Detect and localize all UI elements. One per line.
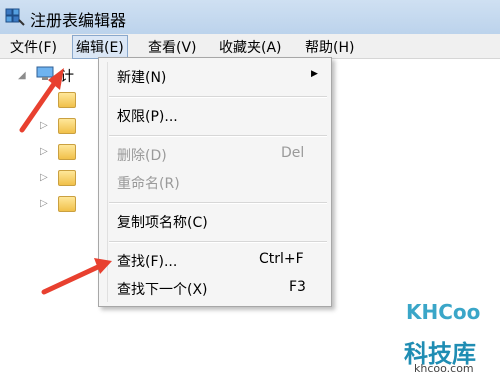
folder-icon[interactable]: [58, 144, 76, 160]
folder-icon[interactable]: [58, 196, 76, 212]
menu-separator: [109, 135, 327, 137]
folder-icon[interactable]: [58, 118, 76, 134]
edit-dropdown-menu: 新建(N) ▶ 权限(P)... 删除(D) Del 重命名(R) 复制项名称(…: [98, 57, 332, 307]
registry-editor-icon: [5, 8, 25, 26]
watermark-url: khcoo.com: [414, 362, 474, 375]
menu-bar: 文件(F) 编辑(E) 查看(V) 收藏夹(A) 帮助(H): [0, 34, 500, 59]
menu-item-permissions[interactable]: 权限(P)...: [117, 106, 178, 126]
menu-item-find-next[interactable]: 查找下一个(X): [117, 279, 208, 299]
tree-expand-icon[interactable]: ▷: [40, 146, 48, 157]
menu-favorites[interactable]: 收藏夹(A): [219, 37, 282, 57]
menu-separator: [109, 202, 327, 204]
tree-root-computer[interactable]: 计: [60, 66, 74, 86]
menu-separator: [109, 96, 327, 98]
menu-help[interactable]: 帮助(H): [305, 37, 354, 57]
tree-expand-icon[interactable]: ▷: [40, 198, 48, 209]
menu-file[interactable]: 文件(F): [10, 37, 57, 57]
watermark-logo: KHCoo 科技库 khcoo.com: [400, 296, 492, 375]
tree-collapse-icon[interactable]: ◢: [18, 70, 26, 81]
menu-item-copy-key-name[interactable]: 复制项名称(C): [117, 212, 208, 232]
tree-expand-icon[interactable]: ▷: [40, 172, 48, 183]
menu-view[interactable]: 查看(V): [148, 37, 197, 57]
watermark-brand: KHCoo: [406, 300, 481, 324]
title-bar: 注册表编辑器: [0, 0, 500, 34]
menu-edit[interactable]: 编辑(E): [72, 35, 128, 59]
computer-icon: [36, 66, 54, 80]
window-title: 注册表编辑器: [30, 11, 127, 30]
menu-item-new[interactable]: 新建(N): [117, 67, 166, 87]
folder-icon[interactable]: [58, 170, 76, 186]
menu-item-find[interactable]: 查找(F)...: [117, 251, 177, 271]
tree-expand-icon[interactable]: ▷: [40, 120, 48, 131]
shortcut-delete: Del: [281, 145, 305, 161]
menu-item-rename[interactable]: 重命名(R): [117, 173, 180, 193]
shortcut-find-next: F3: [289, 279, 306, 295]
menu-gutter: [107, 62, 108, 302]
menu-item-delete[interactable]: 删除(D): [117, 145, 167, 165]
folder-icon[interactable]: [58, 92, 76, 108]
menu-separator: [109, 241, 327, 243]
submenu-arrow-icon: ▶: [311, 69, 318, 79]
shortcut-find: Ctrl+F: [259, 251, 304, 267]
